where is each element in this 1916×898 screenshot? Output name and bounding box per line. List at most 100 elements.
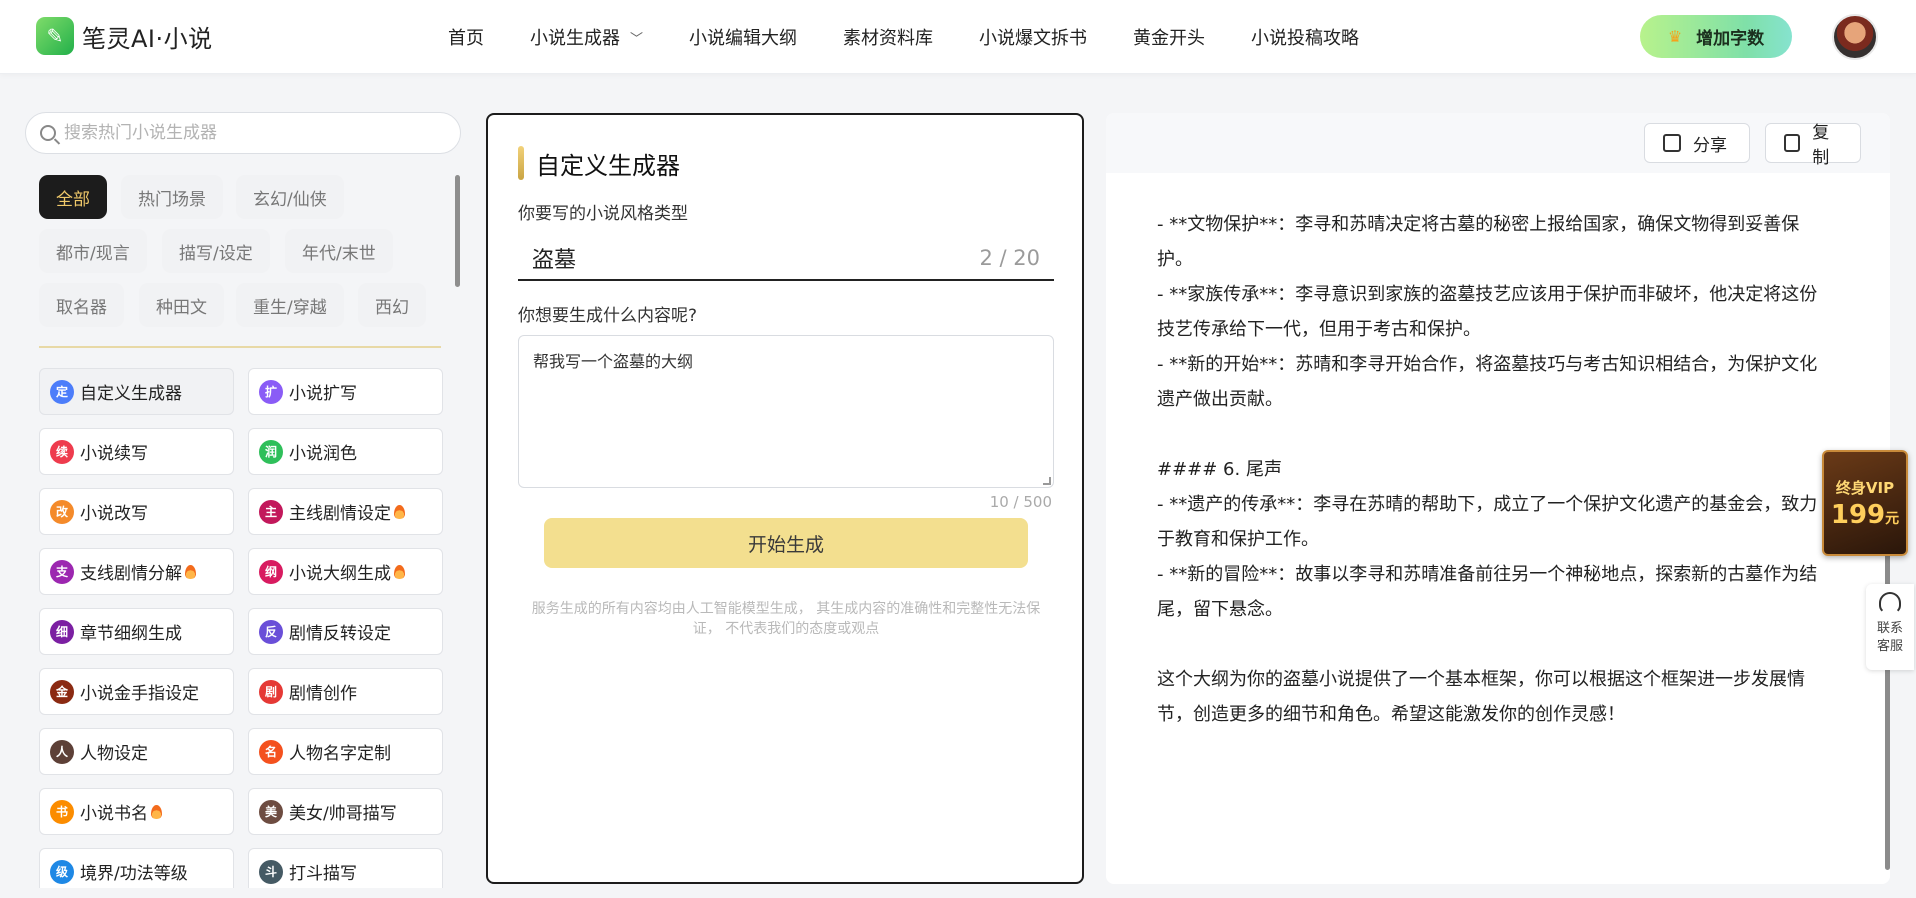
form-title-text: 自定义生成器 xyxy=(536,151,680,180)
vip-price-value: 199 xyxy=(1830,499,1886,530)
fire-icon xyxy=(185,564,196,579)
title-accent-bar xyxy=(518,146,524,180)
tool-icon: 级 xyxy=(50,859,74,884)
tool-item[interactable]: 美美女/帅哥描写 xyxy=(248,788,443,835)
output-panel: 分享 复制 - **文物保护**：李寻和苏晴决定将古墓的秘密上报给国家，确保文物… xyxy=(1106,113,1890,884)
share-button[interactable]: 分享 xyxy=(1644,123,1750,163)
tool-item[interactable]: 书小说书名 xyxy=(39,788,234,835)
tag-naming[interactable]: 取名器 xyxy=(39,283,124,327)
tag-hot-scenes[interactable]: 热门场景 xyxy=(121,175,223,219)
tool-icon: 支 xyxy=(50,559,74,584)
add-words-button[interactable]: ♛ 增加字数 xyxy=(1640,15,1792,58)
tool-label: 小说扩写 xyxy=(289,384,357,404)
tag-description[interactable]: 描写/设定 xyxy=(162,229,270,273)
content-char-count: 10 / 500 xyxy=(989,493,1052,511)
tool-item[interactable]: 主主线剧情设定 xyxy=(248,488,443,535)
output-line: - **文物保护**：李寻和苏晴决定将古墓的秘密上报给国家，确保文物得到妥善保护… xyxy=(1157,214,1800,270)
content-textarea-value: 帮我写一个盗墓的大纲 xyxy=(533,352,694,371)
output-line: - **新的冒险**：故事以李寻和苏晴准备前往另一个神秘地点，探索新的古墓作为结… xyxy=(1157,564,1818,620)
search-icon xyxy=(40,125,56,141)
tool-icon: 扩 xyxy=(259,379,283,404)
tool-item[interactable]: 扩小说扩写 xyxy=(248,368,443,415)
sidebar-scrollbar[interactable] xyxy=(455,175,460,287)
form-title: 自定义生成器 xyxy=(518,145,680,181)
lifetime-vip-badge[interactable]: 终身VIP 199元 xyxy=(1822,450,1908,556)
generator-form: 自定义生成器 你要写的小说风格类型 盗墓 2 / 20 你想要生成什么内容呢? … xyxy=(486,113,1084,884)
generator-sidebar: 全部 热门场景 玄幻/仙侠 都市/现言 描写/设定 年代/末世 取名器 种田文 … xyxy=(24,110,464,888)
style-input[interactable]: 盗墓 2 / 20 xyxy=(518,237,1054,281)
tool-item[interactable]: 人人物设定 xyxy=(39,728,234,775)
resize-handle[interactable] xyxy=(1043,477,1051,485)
tag-fantasy[interactable]: 玄幻/仙侠 xyxy=(236,175,344,219)
logo-text: 笔灵AI·小说 xyxy=(82,24,213,53)
nav-material-library[interactable]: 素材资料库 xyxy=(843,24,933,50)
tag-western-fantasy[interactable]: 西幻 xyxy=(358,283,426,327)
tool-label: 自定义生成器 xyxy=(80,384,182,404)
output-toolbar: 分享 复制 xyxy=(1106,113,1890,173)
tool-item[interactable]: 润小说润色 xyxy=(248,428,443,475)
tool-item[interactable]: 名人物名字定制 xyxy=(248,728,443,775)
output-line xyxy=(1157,627,1829,662)
user-avatar[interactable] xyxy=(1832,14,1878,60)
output-line: #### 6. 尾声 xyxy=(1157,459,1282,480)
tool-item[interactable]: 支支线剧情分解 xyxy=(39,548,234,595)
tool-item[interactable]: 级境界/功法等级 xyxy=(39,848,234,888)
nav-novel-generator[interactable]: 小说生成器 ﹀ xyxy=(530,24,643,50)
tool-item[interactable]: 剧剧情创作 xyxy=(248,668,443,715)
tool-item[interactable]: 纲小说大纲生成 xyxy=(248,548,443,595)
tool-item[interactable]: 反剧情反转设定 xyxy=(248,608,443,655)
nav-submission-guide[interactable]: 小说投稿攻略 xyxy=(1251,24,1359,50)
tool-item[interactable]: 细章节细纲生成 xyxy=(39,608,234,655)
nav-home[interactable]: 首页 xyxy=(448,24,484,50)
output-line: - **遗产的传承**：李寻在苏晴的帮助下，成立了一个保护文化遗产的基金会，致力… xyxy=(1157,494,1818,550)
output-line xyxy=(1157,417,1829,452)
tool-item[interactable]: 金小说金手指设定 xyxy=(39,668,234,715)
content-textarea[interactable]: 帮我写一个盗墓的大纲 xyxy=(518,335,1054,488)
disclaimer-text: 服务生成的所有内容均由人工智能模型生成， 其生成内容的准确性和完整性无法保证， … xyxy=(531,601,1041,637)
nav-home-label: 首页 xyxy=(448,28,484,49)
nav-golden-opening[interactable]: 黄金开头 xyxy=(1133,24,1205,50)
tool-label: 境界/功法等级 xyxy=(80,864,188,884)
tool-label: 小说润色 xyxy=(289,444,357,464)
tool-item[interactable]: 续小说续写 xyxy=(39,428,234,475)
logo[interactable]: ✎ 笔灵AI·小说 xyxy=(36,17,213,55)
tag-all[interactable]: 全部 xyxy=(39,175,107,219)
tool-icon: 改 xyxy=(50,499,74,524)
output-line: - **家族传承**：李寻意识到家族的盗墓技艺应该用于保护而非破坏，他决定将这份… xyxy=(1157,284,1818,340)
customer-service-button[interactable]: 联系 客服 xyxy=(1866,584,1914,670)
nav-outline-editor[interactable]: 小说编辑大纲 xyxy=(689,24,797,50)
tool-label: 剧情反转设定 xyxy=(289,624,391,644)
copy-button[interactable]: 复制 xyxy=(1765,123,1861,168)
tool-label: 人物设定 xyxy=(80,744,148,764)
tool-icon: 斗 xyxy=(259,859,283,884)
tool-icon: 纲 xyxy=(259,559,283,584)
tool-label: 打斗描写 xyxy=(289,864,357,884)
tool-item[interactable]: 斗打斗描写 xyxy=(248,848,443,888)
tool-label: 小说改写 xyxy=(80,504,148,524)
tool-icon: 剧 xyxy=(259,679,283,704)
tag-farming[interactable]: 种田文 xyxy=(139,283,224,327)
nav-book-breakdown[interactable]: 小说爆文拆书 xyxy=(979,24,1087,50)
vip-price-unit: 元 xyxy=(1885,510,1900,527)
service-label-1: 联系 xyxy=(1876,621,1903,636)
tool-label: 支线剧情分解 xyxy=(80,564,182,584)
nav-golden-opening-label: 黄金开头 xyxy=(1133,28,1206,49)
tool-label: 章节细纲生成 xyxy=(80,624,182,644)
tool-icon: 润 xyxy=(259,439,283,464)
content-label: 你想要生成什么内容呢? xyxy=(518,306,698,326)
chevron-down-icon: ﹀ xyxy=(630,31,644,47)
nav-book-breakdown-label: 小说爆文拆书 xyxy=(979,28,1088,49)
style-char-count: 2 / 20 xyxy=(979,246,1040,270)
output-line: 这个大纲为你的盗墓小说提供了一个基本框架，你可以根据这个框架进一步发展情节，创造… xyxy=(1157,669,1805,725)
tag-rebirth[interactable]: 重生/穿越 xyxy=(236,283,344,327)
search-input[interactable] xyxy=(64,123,424,143)
tool-item[interactable]: 改小说改写 xyxy=(39,488,234,535)
copy-label: 复制 xyxy=(1812,123,1830,168)
output-text: - **文物保护**：李寻和苏晴决定将古墓的秘密上报给国家，确保文物得到妥善保护… xyxy=(1157,207,1829,732)
tag-era[interactable]: 年代/末世 xyxy=(285,229,393,273)
tool-item[interactable]: 定自定义生成器 xyxy=(39,368,234,415)
tool-label: 人物名字定制 xyxy=(289,744,391,764)
tag-urban[interactable]: 都市/现言 xyxy=(39,229,147,273)
tool-label: 小说金手指设定 xyxy=(80,684,199,704)
generate-button[interactable]: 开始生成 xyxy=(544,518,1028,568)
